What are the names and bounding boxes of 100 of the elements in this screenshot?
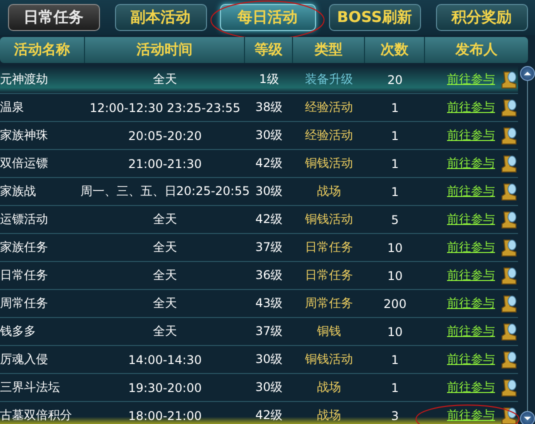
table-cell: 战场 — [317, 183, 341, 200]
column-header: 活动名称 — [0, 37, 85, 63]
table-cell: 19:30-20:00 — [128, 380, 202, 394]
table-cell: 42级 — [255, 155, 283, 172]
table-cell: 厉魂入侵 — [0, 351, 48, 368]
table-cell: 古墓双倍积分 — [0, 407, 72, 424]
table-cell: 14:00-14:30 — [128, 352, 202, 366]
table-cell: 12:00-12:30 23:25-23:55 — [90, 100, 240, 114]
table-cell: 10 — [387, 240, 403, 254]
table-cell: 18:00-21:00 — [128, 408, 202, 422]
table-cell: 42级 — [255, 211, 283, 228]
table-row[interactable]: 周常任务 全天 43级 周常任务 200 前往参与 — [0, 290, 518, 318]
table-cell: 双倍运镖 — [0, 155, 48, 172]
table-cell: 全天 — [153, 71, 177, 88]
table-cell: 3 — [391, 408, 399, 422]
table-cell: 战场 — [317, 407, 341, 424]
tab[interactable]: 积分奖励 — [436, 4, 528, 31]
scroll-down-icon[interactable] — [520, 411, 534, 424]
table-cell: 42级 — [255, 407, 283, 424]
table-cell: 1 — [391, 184, 399, 198]
table-cell: 5 — [391, 212, 399, 226]
table-cell: 200 — [384, 296, 406, 310]
scrollbar[interactable] — [519, 66, 535, 424]
table-cell: 钱多多 — [0, 323, 36, 340]
table-cell: 10 — [387, 268, 403, 282]
column-header: 发布人 — [454, 41, 498, 60]
table-cell: 1级 — [259, 71, 279, 88]
table-row[interactable]: 运镖活动 全天 42级 铜钱活动 5 前往参与 — [0, 206, 518, 234]
table-cell: 全天 — [153, 295, 177, 312]
table-row[interactable]: 家族任务 全天 37级 日常任务 10 前往参与 — [0, 234, 518, 262]
table-cell: 周常任务 — [0, 295, 48, 312]
table-row[interactable]: 温泉 12:00-12:30 23:25-23:55 38级 经验活动 1 前往参与 — [0, 94, 518, 122]
table-row[interactable]: 厉魂入侵 14:00-14:30 30级 铜钱活动 1 前往参与 — [0, 346, 518, 374]
table-cell: 全天 — [153, 267, 177, 284]
table-cell: 1 — [391, 156, 399, 170]
join-link[interactable]: 前往参与 — [447, 295, 495, 312]
tab[interactable]: BOSS刷新 — [328, 4, 420, 31]
scroll-up-icon[interactable] — [520, 66, 534, 81]
table-cell: 家族任务 — [0, 239, 48, 256]
table-cell: 30级 — [255, 183, 283, 200]
table-cell: 37级 — [255, 323, 283, 340]
table-cell: 经验活动 — [305, 127, 353, 144]
table-cell: 铜钱 — [317, 323, 341, 340]
table-row[interactable]: 钱多多 全天 37级 铜钱 10 前往参与 — [0, 318, 518, 346]
table-cell: 元神渡劫 — [0, 71, 48, 88]
table-cell: 全天 — [153, 239, 177, 256]
table-cell: 1 — [391, 352, 399, 366]
table-row[interactable]: 双倍运镖 21:00-21:30 42级 铜钱活动 1 前往参与 — [0, 150, 518, 178]
column-header: 类型 — [293, 37, 365, 63]
table-cell: 全天 — [153, 211, 177, 228]
column-header: 次数 — [365, 37, 425, 63]
join-link[interactable]: 前往参与 — [447, 211, 495, 228]
table-cell: 家族战 — [0, 183, 36, 200]
join-link[interactable]: 前往参与 — [447, 351, 495, 368]
table-cell: 38级 — [255, 99, 283, 116]
join-link[interactable]: 前往参与 — [447, 99, 495, 116]
table-cell: 铜钱活动 — [305, 155, 353, 172]
table-cell: 三界斗法坛 — [0, 379, 60, 396]
table-cell: 21:00-21:30 — [128, 156, 202, 170]
table-row[interactable]: 日常任务 全天 36级 日常任务 10 前往参与 — [0, 262, 518, 290]
table-cell: 36级 — [255, 267, 283, 284]
join-link[interactable]: 前往参与 — [447, 379, 495, 396]
table-cell: 日常任务 — [0, 267, 48, 284]
table-cell: 20:05-20:20 — [128, 128, 202, 142]
table-cell: 日常任务 — [305, 239, 353, 256]
table-cell: 运镖活动 — [0, 211, 48, 228]
table-row[interactable]: 古墓双倍积分 18:00-21:00 42级 战场 3 前往参与 — [0, 402, 518, 424]
table-cell: 铜钱活动 — [305, 211, 353, 228]
table-cell: 1 — [391, 100, 399, 114]
table-cell: 43级 — [255, 295, 283, 312]
table-row[interactable]: 元神渡劫 全天 1级 装备升级 20 前往参与 — [0, 66, 518, 94]
table-cell: 37级 — [255, 239, 283, 256]
join-link[interactable]: 前往参与 — [447, 155, 495, 172]
table-cell: 战场 — [317, 379, 341, 396]
table-cell: 30级 — [255, 379, 283, 396]
table-cell: 家族神珠 — [0, 127, 48, 144]
join-link[interactable]: 前往参与 — [447, 323, 495, 340]
table-cell: 周一、三、五、日20:25-20:55 — [80, 183, 250, 200]
table-cell: 30级 — [255, 351, 283, 368]
tab[interactable]: 副本活动 — [114, 4, 206, 31]
table-cell: 1 — [391, 128, 399, 142]
table-row[interactable]: 家族战 周一、三、五、日20:25-20:55 30级 战场 1 前往参与 — [0, 178, 518, 206]
join-link[interactable]: 前往参与 — [447, 239, 495, 256]
table-cell: 20 — [387, 72, 403, 86]
table-cell: 温泉 — [0, 99, 24, 116]
table-cell: 全天 — [153, 323, 177, 340]
table-row[interactable]: 家族神珠 20:05-20:20 30级 经验活动 1 前往参与 — [0, 122, 518, 150]
table-cell: 周常任务 — [305, 295, 353, 312]
join-link[interactable]: 前往参与 — [447, 267, 495, 284]
table-cell: 日常任务 — [305, 267, 353, 284]
join-link[interactable]: 前往参与 — [447, 127, 495, 144]
table-cell: 铜钱活动 — [305, 351, 353, 368]
join-link[interactable]: 前往参与 — [447, 71, 495, 88]
table-cell: 装备升级 — [305, 71, 353, 88]
table-cell: 30级 — [255, 127, 283, 144]
column-header: 等级 — [245, 37, 293, 63]
table-cell: 10 — [387, 324, 403, 338]
table-cell: 1 — [391, 380, 399, 394]
join-link[interactable]: 前往参与 — [447, 183, 495, 200]
column-header: 活动时间 — [85, 37, 245, 63]
